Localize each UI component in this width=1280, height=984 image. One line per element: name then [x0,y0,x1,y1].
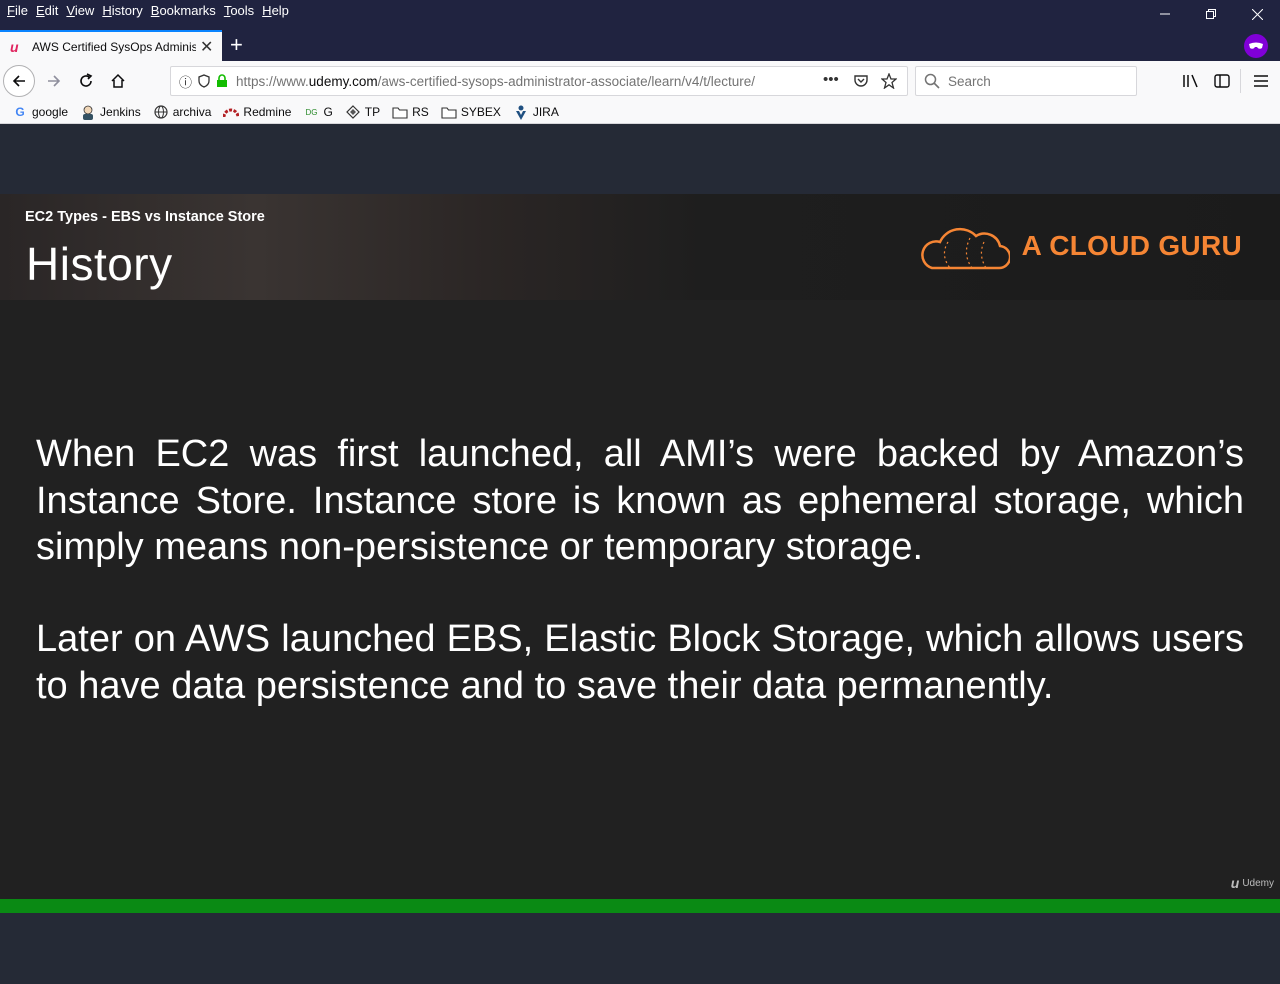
forward-button[interactable] [38,65,70,97]
menu-help[interactable]: Help [259,2,292,19]
pocket-icon[interactable] [853,73,869,89]
jenkins-icon [80,104,96,120]
toolbar-divider [1240,69,1241,93]
bookmark-google[interactable]: G google [12,104,68,120]
forward-arrow-icon [48,75,61,87]
close-window-button[interactable] [1234,0,1280,28]
video-progress-bar[interactable] [0,899,1280,913]
tab-close-icon[interactable]: ✕ [200,37,213,57]
a-cloud-guru-logo: A CLOUD GURU [918,220,1242,272]
udemy-watermark: u Udemy [1231,875,1274,891]
menu-tools[interactable]: Tools [221,2,257,19]
bookmark-label: JIRA [532,105,559,119]
bookmark-label: G [323,105,333,119]
info-icon[interactable]: ⓘ [179,72,192,91]
menu-view[interactable]: View [63,2,97,19]
tab-title: AWS Certified SysOps Administ [32,39,196,54]
bookmark-label: SYBEX [460,105,501,119]
tab-strip: u AWS Certified SysOps Administ ✕ + [0,30,1280,61]
back-button[interactable] [3,65,35,97]
search-icon [924,73,940,89]
url-path: /aws-certified-sysops-administrator-asso… [377,73,755,89]
cloud-logo-icon [920,227,1010,270]
window-controls [1142,0,1280,28]
bookmark-jenkins[interactable]: Jenkins [80,104,141,120]
bookmark-label: RS [412,105,429,119]
library-icon [1183,74,1198,88]
bookmark-label: Redmine [243,105,292,119]
bookmark-archiva[interactable]: archiva [153,104,212,120]
bookmark-star-icon[interactable] [881,73,897,89]
menu-bookmarks[interactable]: Bookmarks [148,2,219,19]
slide-title: History [26,238,173,290]
new-tab-button[interactable]: + [230,33,243,57]
bookmark-label: archiva [172,105,212,119]
bookmark-redmine[interactable]: Redmine [223,104,291,120]
sidebar-button[interactable] [1206,65,1238,97]
folder-icon [441,104,457,120]
home-icon [111,73,125,88]
video-player-area: EC2 Types - EBS vs Instance Store Histor… [0,125,1280,984]
bookmark-sybex[interactable]: SYBEX [441,104,501,120]
udemy-icon: u [10,38,19,55]
bookmark-rs[interactable]: RS [392,104,429,120]
url-prefix: https://www. [236,73,309,89]
private-browsing-icon [1244,34,1268,58]
dg-icon: DG [305,107,318,117]
menu-bar: File Edit View History Bookmarks Tools H… [4,2,294,19]
slide-paragraph-1: When EC2 was first launched, all AMI’s w… [36,433,1244,568]
url-text[interactable]: https://www.udemy.com/aws-certified-syso… [236,74,784,89]
folder-icon [392,104,408,120]
menu-file[interactable]: File [4,2,31,19]
reload-button[interactable] [70,65,102,97]
title-bar: File Edit View History Bookmarks Tools H… [0,0,1280,30]
hamburger-icon [1254,75,1268,87]
search-bar[interactable] [915,66,1137,96]
tab-active[interactable]: u AWS Certified SysOps Administ ✕ [0,30,222,61]
lecture-slide[interactable]: EC2 Types - EBS vs Instance Store Histor… [0,194,1280,899]
bookmark-g[interactable]: DG G [303,104,332,120]
slide-subtitle: EC2 Types - EBS vs Instance Store [25,209,265,225]
navigation-toolbar: ⓘ https://www.udemy.com/aws-certified-sy… [0,61,1280,101]
google-icon: G [15,105,25,119]
logo-text: A CLOUD GURU [1021,230,1242,261]
minimize-button[interactable] [1142,0,1188,28]
search-input[interactable] [948,73,1128,89]
jira-icon [513,104,529,120]
slide-paragraph-2: Later on AWS launched EBS, Elastic Block… [36,618,1244,707]
address-bar[interactable]: ⓘ https://www.udemy.com/aws-certified-sy… [170,66,908,96]
page-actions-icon[interactable]: ••• [823,71,839,88]
close-icon [1251,8,1263,20]
menu-history[interactable]: History [99,2,145,19]
watermark-text: Udemy [1242,877,1274,889]
restore-icon [1206,9,1216,19]
minimize-icon [1160,13,1170,15]
menu-edit[interactable]: Edit [33,2,61,19]
reload-icon [80,73,93,87]
back-arrow-icon [12,75,25,87]
slide-header: EC2 Types - EBS vs Instance Store Histor… [0,194,1280,300]
globe-icon [153,104,169,120]
restore-button[interactable] [1188,0,1234,28]
library-button[interactable] [1175,65,1207,97]
bookmark-label: TP [364,105,381,119]
bookmark-label: google [32,105,69,119]
bookmarks-toolbar: G google Jenkins archiva Redmine DG G TP… [0,101,1280,124]
bookmark-jira[interactable]: JIRA [513,104,559,120]
redmine-icon [223,104,240,120]
bookmark-tp[interactable]: TP [345,104,380,120]
sidebar-icon [1214,74,1230,88]
tp-icon [345,104,361,120]
bookmark-label: Jenkins [100,105,141,119]
udemy-icon: u [1230,875,1240,891]
home-button[interactable] [102,65,134,97]
url-domain: udemy.com [308,73,378,89]
open-menu-button[interactable] [1245,65,1277,97]
lock-icon[interactable] [216,74,228,88]
tracking-shield-icon[interactable] [198,74,210,88]
